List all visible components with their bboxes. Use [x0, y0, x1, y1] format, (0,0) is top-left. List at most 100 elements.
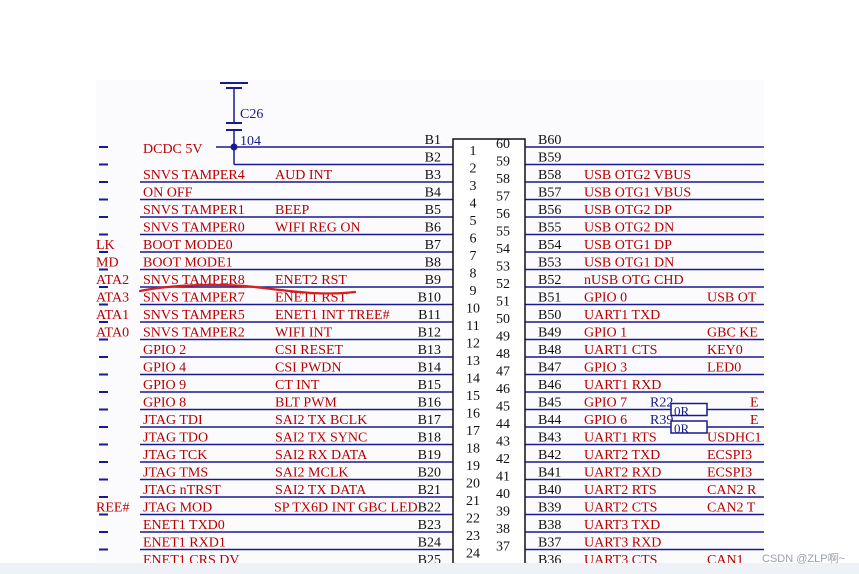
net-label-right: USB OTG1 DN [584, 256, 674, 271]
pin-number-inner-right: 48 [496, 347, 510, 362]
net-label-right-func: GBC KE [707, 326, 758, 341]
net-label-left-func: CT INT [275, 378, 320, 393]
net-label-edge: LK [96, 238, 115, 253]
pin-label-left: B13 [418, 343, 441, 358]
net-label-right: USB OTG1 DP [584, 238, 672, 253]
pin-number-inner-right: 37 [496, 540, 510, 555]
net-label-left: JTAG TMS [143, 466, 208, 481]
net-label-left-func: CSI PWDN [275, 361, 342, 376]
net-label-left: GPIO 4 [143, 361, 186, 376]
net-label-right: GPIO 0 [584, 291, 627, 306]
pin-label-right: B43 [538, 431, 561, 446]
resistor-ref: R22 [650, 396, 673, 411]
net-label-right: GPIO 6 [584, 413, 627, 428]
pin-number-inner-right: 53 [496, 260, 510, 275]
pin-number-inner-left: 23 [466, 529, 480, 544]
pin-label-left: B18 [418, 431, 441, 446]
net-label-right: UART2 TXD [584, 448, 660, 463]
pin-label-right: B38 [538, 518, 561, 533]
net-label-right: UART3 RXD [584, 536, 661, 551]
pin-label-left: B6 [425, 221, 441, 236]
net-label-left: SNVS TAMPER0 [143, 221, 245, 236]
pin-number-inner-right: 42 [496, 452, 510, 467]
pin-label-left: B2 [425, 151, 441, 166]
net-label-right: UART1 RTS [584, 431, 657, 446]
net-label-right-func: ECSPI3 [707, 466, 752, 481]
pin-number-inner-left: 21 [466, 494, 480, 509]
net-label-right-func: LED0 [707, 361, 741, 376]
pin-number-inner-left: 1 [470, 144, 477, 159]
pin-number-inner-right: 39 [496, 505, 510, 520]
pin-label-left: B22 [418, 501, 441, 516]
resistor-group: R220RR390R [650, 396, 708, 436]
pin-label-left: B3 [425, 168, 441, 183]
pin-number-inner-left: 8 [470, 267, 477, 282]
net-label-left-func: AUD INT [275, 168, 333, 183]
pin-number-inner-right: 51 [496, 295, 510, 310]
pin-label-right: B46 [538, 378, 561, 393]
pin-number-inner-right: 59 [496, 155, 510, 170]
junction-dot [230, 143, 238, 151]
pin-number-inner-left: 15 [466, 389, 480, 404]
pin-number-inner-left: 13 [466, 354, 480, 369]
net-label-right: UART3 TXD [584, 518, 660, 533]
pin-label-right: B48 [538, 343, 561, 358]
pin-number-inner-left: 12 [466, 337, 480, 352]
pin-label-right: B41 [538, 466, 561, 481]
pin-label-right: B56 [538, 203, 561, 218]
pin-label-right: B49 [538, 326, 561, 341]
pin-number-inner-right: 44 [496, 417, 510, 432]
pin-label-left: B15 [418, 378, 441, 393]
bottom-strip [0, 563, 859, 574]
pin-number-inner-left: 22 [466, 512, 480, 527]
pin-label-left: B7 [425, 238, 441, 253]
pin-label-left: B12 [418, 326, 441, 341]
net-label-edge: ATA0 [96, 326, 129, 341]
net-label-right: UART2 RXD [584, 466, 661, 481]
resistor-value: 0R [674, 421, 690, 436]
pin-number-inner-right: 56 [496, 207, 510, 222]
pin-label-left: B10 [418, 291, 441, 306]
pin-number-inner-right: 52 [496, 277, 510, 292]
pin-number-inner-left: 19 [466, 459, 480, 474]
net-label-left: SNVS TAMPER2 [143, 326, 245, 341]
pin-number-inner-left: 14 [466, 372, 480, 387]
net-label-right: GPIO 1 [584, 326, 627, 341]
net-label-right: USB OTG2 VBUS [584, 168, 691, 183]
net-label-right-func: CAN2 R [707, 483, 757, 498]
pin-label-right: B54 [538, 238, 561, 253]
net-label-right: nUSB OTG CHD [584, 273, 684, 288]
net-label-left: GPIO 2 [143, 343, 186, 358]
net-label-edge: ATA3 [96, 291, 129, 306]
net-label-right: UART2 RTS [584, 483, 657, 498]
pin-number-inner-left: 24 [466, 547, 480, 562]
net-label-left-func: WIFI INT [275, 326, 333, 341]
pin-label-left: B16 [418, 396, 441, 411]
net-label-right-func: KEY0 [707, 343, 743, 358]
resistor-ref: R39 [650, 413, 673, 428]
pin-number-inner-right: 54 [496, 242, 510, 257]
net-label-left: ON OFF [143, 186, 193, 201]
pin-number-inner-left: 2 [470, 162, 477, 177]
net-label-left-func: SAI2 TX DATA [275, 483, 367, 498]
pin-number-inner-right: 58 [496, 172, 510, 187]
net-label-right: UART1 TXD [584, 308, 660, 323]
capacitor-value: 104 [240, 134, 261, 149]
net-label-left: GPIO 8 [143, 396, 186, 411]
schematic-canvas: C26104DCDC 5V B1B2B3B4B5B6B7B8B9B10B11B1… [96, 82, 764, 574]
pin-number-inner-right: 40 [496, 487, 510, 502]
pin-number-inner-right: 55 [496, 225, 510, 240]
net-label-left-func: SAI2 MCLK [275, 466, 349, 481]
pin-number-inner-left: 18 [466, 442, 480, 457]
pin-label-left: B21 [418, 483, 441, 498]
pin-number-inner-left: 4 [470, 197, 477, 212]
net-label-left-func: WIFI REG ON [275, 221, 361, 236]
pin-number-inner-left: 5 [470, 214, 477, 229]
pin-label-left: B1 [425, 133, 441, 148]
net-label-left: BOOT MODE1 [143, 256, 233, 271]
pin-number-inner-right: 46 [496, 382, 510, 397]
pin-label-left: B19 [418, 448, 441, 463]
net-label-left: GPIO 9 [143, 378, 186, 393]
pin-number-inner-right: 49 [496, 330, 510, 345]
pin-label-right: B59 [538, 151, 561, 166]
